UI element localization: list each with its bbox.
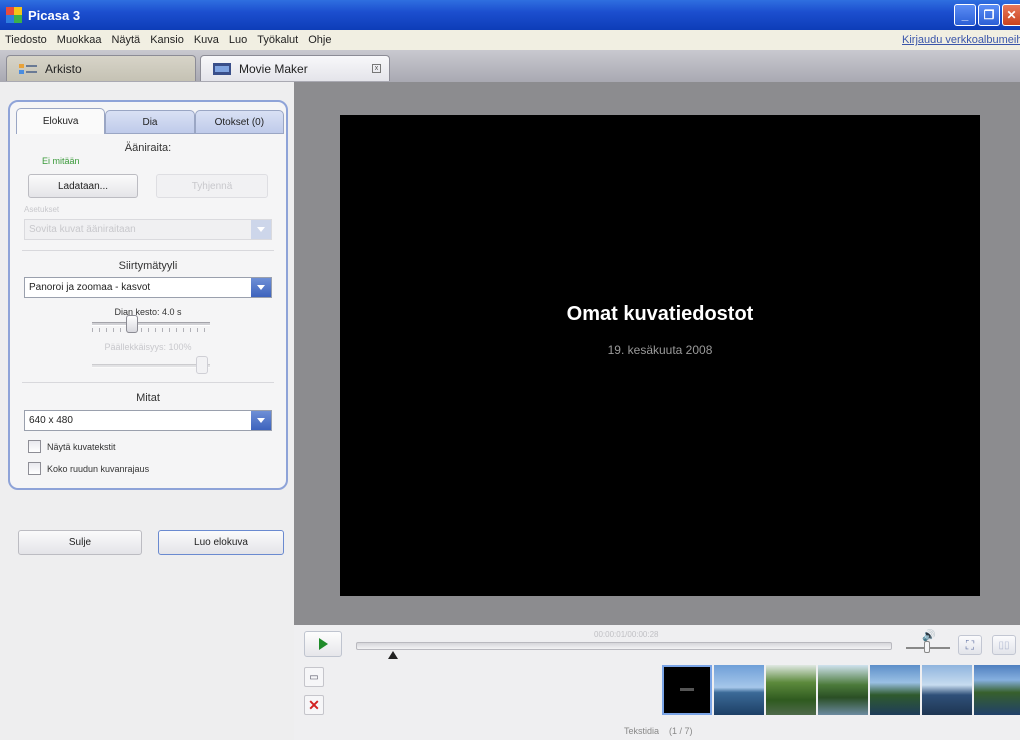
slide-duration-track[interactable] xyxy=(92,322,210,326)
add-text-slide-button[interactable]: ▭ xyxy=(304,667,324,687)
title-bar: Picasa 3 _ ❐ ✕ xyxy=(0,0,1020,30)
close-tab-icon[interactable]: x xyxy=(372,64,381,73)
transition-style-heading: Siirtymätyyli xyxy=(118,260,178,272)
preview-date-text: 19. kesäkuuta 2008 xyxy=(607,343,713,357)
full-frame-crop-label: Koko ruudun kuvanrajaus xyxy=(47,464,150,474)
clear-audio-button[interactable]: Tyhjennä xyxy=(156,174,268,198)
dimensions-value: 640 x 480 xyxy=(29,415,73,426)
movie-settings-box: Elokuva Dia Otokset (0) Ääniraita: Ei mi… xyxy=(8,100,288,490)
library-icon xyxy=(19,63,37,74)
tab-archive-label: Arkisto xyxy=(45,61,82,76)
volume-slider-thumb[interactable] xyxy=(924,641,930,653)
slide-duration-ticks xyxy=(92,328,210,332)
menu-bar: Tiedosto Muokkaa Näytä Kansio Kuva Luo T… xyxy=(0,30,1020,50)
delete-slide-button[interactable]: ✕ xyxy=(304,695,324,715)
timeline-scrubber[interactable] xyxy=(356,642,892,650)
menu-picture[interactable]: Kuva xyxy=(189,34,224,46)
transition-style-value: Panoroi ja zoomaa - kasvot xyxy=(29,282,151,293)
picasa-app-icon xyxy=(6,7,22,23)
fullscreen-button[interactable]: ⛶ xyxy=(958,635,982,655)
minimize-button[interactable]: _ xyxy=(954,4,976,26)
options-label: Asetukset xyxy=(24,205,60,214)
menu-tools[interactable]: Työkalut xyxy=(252,34,303,46)
tab-slide[interactable]: Dia xyxy=(105,110,195,134)
tab-clips[interactable]: Otokset (0) xyxy=(194,110,284,134)
maximize-icon: ❐ xyxy=(983,8,995,22)
slide-thumbnail[interactable] xyxy=(974,665,1020,715)
menu-edit[interactable]: Muokkaa xyxy=(52,34,107,46)
playback-controls: 00:00:01/00:00:28 🔊 ⛶ ▯▯ ▭ ✕ Tekstidia (… xyxy=(294,625,1020,740)
slide-duration-slider-thumb[interactable] xyxy=(126,315,138,333)
film-icon xyxy=(213,62,231,75)
menu-file[interactable]: Tiedosto xyxy=(0,34,52,46)
audio-track-status: Ei mitään xyxy=(42,156,80,166)
audio-fit-select[interactable]: Sovita kuvat ääniraitaan xyxy=(24,219,272,240)
tab-movie[interactable]: Elokuva xyxy=(16,108,106,134)
overlap-label: Päällekkäisyys: 100% xyxy=(104,342,192,352)
dimensions-select[interactable]: 640 x 480 xyxy=(24,410,272,431)
menu-view[interactable]: Näytä xyxy=(106,34,145,46)
slide-thumbnail[interactable] xyxy=(870,665,920,715)
aspect-ratio-icon: ▯▯ xyxy=(998,639,1010,651)
view-tab-strip: Arkisto Movie Maker x xyxy=(0,50,1020,82)
window-title: Picasa 3 xyxy=(28,7,81,23)
menu-folder[interactable]: Kansio xyxy=(145,34,189,46)
preview-title-text: Omat kuvatiedostot xyxy=(566,303,754,325)
aspect-ratio-button[interactable]: ▯▯ xyxy=(992,635,1016,655)
tab-archive[interactable]: Arkisto xyxy=(6,55,196,81)
menu-create[interactable]: Luo xyxy=(224,34,252,46)
delete-icon: ✕ xyxy=(308,696,320,713)
full-frame-crop-checkbox[interactable] xyxy=(28,462,41,475)
chevron-down-icon xyxy=(251,411,271,430)
play-icon xyxy=(318,638,328,650)
slide-thumbnail[interactable] xyxy=(766,665,816,715)
fullscreen-icon: ⛶ xyxy=(965,637,975,652)
close-button[interactable]: Sulje xyxy=(18,530,142,555)
audio-track-heading: Ääniraita: xyxy=(124,142,172,154)
create-movie-button[interactable]: Luo elokuva xyxy=(158,530,284,555)
maximize-button[interactable]: ❐ xyxy=(978,4,1000,26)
slide-thumbnail-title[interactable] xyxy=(662,665,712,715)
divider xyxy=(22,382,274,383)
timecode-readout: 00:00:01/00:00:28 xyxy=(594,630,659,639)
audio-fit-value: Sovita kuvat ääniraitaan xyxy=(29,224,136,235)
chevron-down-icon xyxy=(251,278,271,297)
show-captions-checkbox[interactable] xyxy=(28,440,41,453)
overlap-slider-thumb[interactable] xyxy=(196,356,208,374)
playhead-marker[interactable] xyxy=(388,651,398,659)
minimize-icon: _ xyxy=(961,8,969,22)
slide-thumbnail[interactable] xyxy=(922,665,972,715)
chevron-down-icon xyxy=(251,220,271,239)
dimensions-heading: Mitat xyxy=(136,392,160,404)
slide-filmstrip xyxy=(662,665,1020,717)
play-button[interactable] xyxy=(304,631,342,657)
slide-status-text: Tekstidia (1 / 7) xyxy=(624,726,693,736)
sign-in-web-albums-link[interactable]: Kirjaudu verkkoalbumeihin xyxy=(902,34,1020,46)
tab-movie-maker-label: Movie Maker xyxy=(239,61,308,76)
overlap-track[interactable] xyxy=(92,364,210,368)
slide-duration-label: Dian kesto: 4.0 s xyxy=(114,307,182,317)
transition-style-select[interactable]: Panoroi ja zoomaa - kasvot xyxy=(24,277,272,298)
menu-help[interactable]: Ohje xyxy=(303,34,336,46)
close-icon: ✕ xyxy=(1006,8,1017,22)
volume-icon[interactable]: 🔊 xyxy=(922,629,936,642)
settings-tabs: Elokuva Dia Otokset (0) xyxy=(16,108,284,134)
close-window-button[interactable]: ✕ xyxy=(1002,4,1020,26)
tab-movie-maker[interactable]: Movie Maker x xyxy=(200,55,390,81)
show-captions-label: Näytä kuvatekstit xyxy=(47,442,116,452)
load-audio-button[interactable]: Ladataan... xyxy=(28,174,138,198)
movie-settings-pane: Elokuva Dia Otokset (0) Ääniraita: Ei mi… xyxy=(0,82,294,740)
text-slide-icon: ▭ xyxy=(309,671,319,683)
divider xyxy=(22,250,274,251)
movie-preview-screen[interactable]: Omat kuvatiedostot 19. kesäkuuta 2008 xyxy=(340,115,980,596)
slide-thumbnail[interactable] xyxy=(714,665,764,715)
slide-thumbnail[interactable] xyxy=(818,665,868,715)
